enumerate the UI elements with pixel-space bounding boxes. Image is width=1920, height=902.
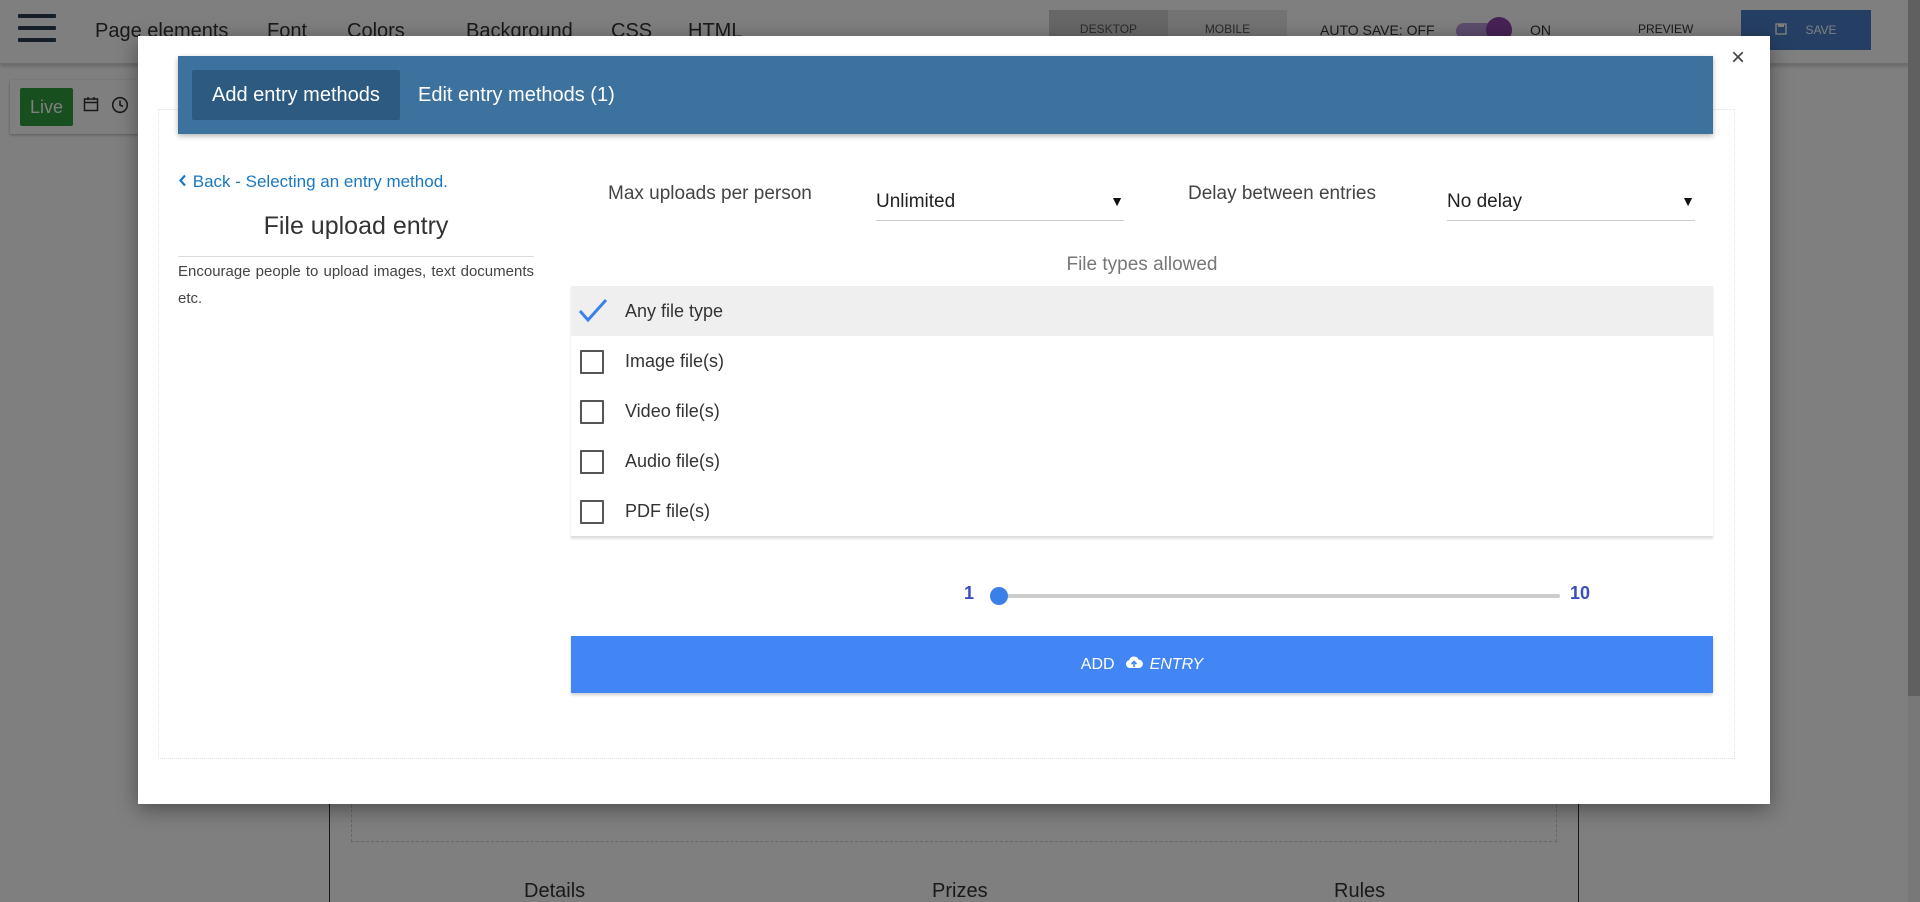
- chevron-left-icon: [178, 172, 193, 191]
- file-types-list: Any file type Image file(s) Video file(s…: [571, 286, 1713, 537]
- file-types-caption: File types allowed: [1066, 254, 1218, 275]
- file-type-label: Video file(s): [625, 401, 720, 421]
- entry-methods-tabbar: Add entry methods Edit entry methods (1): [178, 56, 1713, 134]
- add-entry-button[interactable]: ADD ENTRY: [571, 636, 1713, 693]
- entry-methods-modal: × Add entry methods Edit entry methods (…: [138, 36, 1770, 804]
- cloud-upload-icon: [1125, 655, 1143, 674]
- add-label: ADD: [1080, 655, 1115, 673]
- delay-select[interactable]: No delay ▼: [1447, 181, 1695, 221]
- slider-max-value: 10: [1570, 583, 1591, 603]
- max-uploads-select[interactable]: Unlimited ▼: [876, 181, 1124, 221]
- close-icon[interactable]: ×: [1726, 46, 1750, 70]
- slider-track[interactable]: [998, 594, 1560, 598]
- file-type-any[interactable]: Any file type: [571, 286, 1713, 336]
- entry-title: File upload entry: [263, 212, 449, 240]
- file-type-video[interactable]: Video file(s): [571, 386, 1713, 436]
- file-type-audio[interactable]: Audio file(s): [571, 436, 1713, 486]
- entry-description: Encourage people to upload images, text …: [178, 263, 534, 307]
- file-type-image[interactable]: Image file(s): [571, 336, 1713, 386]
- back-link-label: Back - Selecting an entry method.: [192, 172, 448, 191]
- file-type-label: Any file type: [625, 301, 724, 321]
- checkbox-icon[interactable]: [580, 500, 604, 524]
- dropdown-arrow-icon: ▼: [1110, 193, 1124, 209]
- delay-label: Delay between entries: [1188, 183, 1376, 204]
- slider-min-value: 1: [964, 583, 975, 603]
- max-uploads-label: Max uploads per person: [608, 183, 812, 204]
- back-link[interactable]: Back - Selecting an entry method.: [178, 172, 448, 192]
- checkbox-icon[interactable]: [580, 450, 604, 474]
- dropdown-arrow-icon: ▼: [1681, 193, 1695, 209]
- file-type-label: PDF file(s): [625, 501, 710, 521]
- tab-edit-entry-methods[interactable]: Edit entry methods (1): [398, 70, 635, 120]
- checkmark-icon: [577, 296, 611, 326]
- file-type-label: Image file(s): [625, 351, 725, 371]
- checkbox-icon[interactable]: [580, 400, 604, 424]
- file-type-pdf[interactable]: PDF file(s): [571, 486, 1713, 536]
- file-type-label: Audio file(s): [625, 451, 721, 471]
- title-divider: [178, 256, 534, 257]
- checkbox-icon[interactable]: [580, 350, 604, 374]
- uploads-range-slider: 1 10: [964, 583, 1590, 607]
- tab-add-entry-methods[interactable]: Add entry methods: [192, 70, 400, 120]
- max-uploads-value: Unlimited: [876, 191, 956, 212]
- entry-label: ENTRY: [1149, 655, 1204, 673]
- slider-handle[interactable]: [990, 587, 1008, 605]
- delay-value: No delay: [1447, 191, 1522, 212]
